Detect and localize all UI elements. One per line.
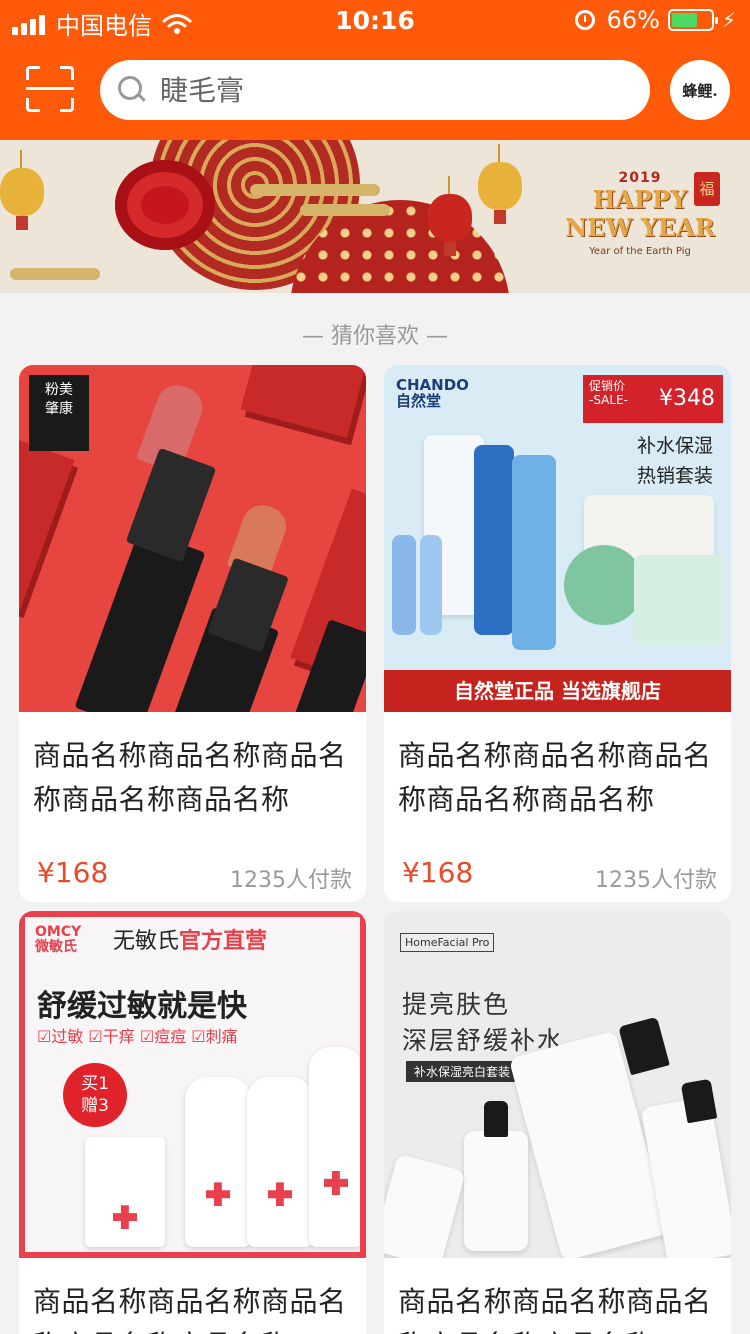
- banner-cloud: [250, 184, 380, 196]
- official-store-text: 无敏氏官方直营: [113, 923, 267, 955]
- product-logo-text: 粉美 肇康: [45, 382, 73, 417]
- official-highlight: 官方直营: [179, 929, 268, 954]
- product-logo: 粉美 肇康: [29, 375, 89, 451]
- battery-percent: 66%: [606, 6, 660, 34]
- product-image: HomeFacial Pro 提亮肤色 深层舒缓补水 补水保湿亮白套装: [384, 911, 731, 1258]
- sale-tag-label: 促销价 -SALE-: [589, 379, 628, 407]
- product-sales: 1235人付款: [230, 868, 352, 893]
- lantern-icon: [428, 176, 472, 256]
- top-header: 中国电信 10:16 66% ⚡ 蜂鲤.: [0, 0, 750, 140]
- product-name: 商品名称商品名称商品名称商品名称商品名称: [33, 739, 347, 816]
- promo-badge: 买1 赠3: [63, 1063, 127, 1127]
- sale-tag-price: ¥348: [659, 386, 715, 411]
- banner-cloud: [10, 268, 100, 280]
- product-cap: [680, 1078, 718, 1124]
- product-bottle: [474, 445, 514, 635]
- product-bottle: [185, 1077, 251, 1247]
- product-name: 商品名称商品名称商品名称商品名称商品名称: [398, 1285, 712, 1334]
- product-brand: CHANDO 自然堂: [396, 376, 469, 410]
- product-image: OMCY 微敏氏 无敏氏官方直营 舒缓过敏就是快 ☑过敏 ☑干痒 ☑痘痘 ☑刺痛…: [19, 911, 366, 1258]
- product-badge: 补水保湿亮白套装: [406, 1061, 519, 1082]
- battery-fill: [671, 13, 698, 27]
- product-brand: OMCY 微敏氏: [35, 924, 82, 955]
- battery-icon: [667, 9, 718, 31]
- scan-corner: [26, 98, 40, 112]
- product-image: 粉美 肇康: [19, 365, 366, 712]
- scan-icon: [26, 66, 40, 80]
- status-right: 66% ⚡: [574, 6, 736, 34]
- status-bar: 中国电信 10:16 66% ⚡: [0, 0, 750, 40]
- product-bottle: [384, 1153, 466, 1258]
- avatar[interactable]: 蜂鲤.: [670, 60, 730, 120]
- product-image-text: 补水保湿 热销套装: [636, 435, 713, 487]
- product-cap: [618, 1016, 670, 1076]
- product-brand: HomeFacial Pro: [400, 933, 495, 952]
- product-cap: [484, 1101, 508, 1137]
- scan-button[interactable]: [26, 66, 74, 112]
- banner-cloud: [300, 204, 390, 216]
- product-bottle: [247, 1077, 313, 1247]
- search-input[interactable]: [160, 73, 620, 107]
- product-bottle: [309, 1047, 360, 1247]
- product-card[interactable]: OMCY 微敏氏 无敏氏官方直营 舒缓过敏就是快 ☑过敏 ☑干痒 ☑痘痘 ☑刺痛…: [19, 911, 366, 1334]
- sale-tag: 促销价 -SALE- ¥348: [583, 375, 723, 423]
- product-name: 商品名称商品名称商品名称商品名称商品名称: [33, 1285, 347, 1334]
- product-meta: ¥168 1235人付款: [384, 822, 731, 902]
- product-name: 商品名称商品名称商品名称商品名称商品名称: [398, 739, 712, 816]
- product-bottle: [85, 1137, 165, 1247]
- product-card[interactable]: 粉美 肇康 商品名称商品名称商品名称商品名称商品名称 ¥168 1235人付款: [19, 365, 366, 902]
- search-bar[interactable]: [100, 60, 650, 120]
- charging-icon: ⚡: [721, 8, 736, 32]
- scan-corner: [60, 66, 74, 80]
- product-bottle: [392, 535, 416, 635]
- product-bottle: [564, 545, 644, 625]
- official-prefix: 无敏氏: [113, 929, 180, 954]
- banner-headline-2: NEW YEAR: [565, 213, 715, 242]
- product-card[interactable]: HomeFacial Pro 提亮肤色 深层舒缓补水 补水保湿亮白套装 商品名称…: [384, 911, 731, 1334]
- avatar-text: 蜂鲤.: [682, 81, 718, 100]
- product-image-footer: 自然堂正品 当选旗舰店: [384, 670, 731, 712]
- product-card[interactable]: CHANDO 自然堂 促销价 -SALE- ¥348 补水保湿 热销套装 自然堂…: [384, 365, 731, 902]
- product-price: ¥168: [37, 856, 109, 889]
- product-bottle: [420, 535, 442, 635]
- product-bottle: [634, 555, 724, 645]
- banner-subtitle: Year of the Earth Pig: [589, 246, 691, 257]
- lantern-icon: [0, 150, 44, 230]
- scan-corner: [60, 98, 74, 112]
- lantern-icon: [478, 144, 522, 224]
- product-image: CHANDO 自然堂 促销价 -SALE- ¥348 补水保湿 热销套装 自然堂…: [384, 365, 731, 712]
- promo-banner[interactable]: 2019 HAPPY NEW YEAR Year of the Earth Pi…: [0, 140, 750, 293]
- product-meta: ¥168 1235人付款: [19, 822, 366, 902]
- search-icon: [118, 76, 146, 104]
- section-title: — 猜你喜欢 —: [302, 324, 448, 349]
- product-image-text: 提亮肤色 深层舒缓补水: [402, 990, 565, 1055]
- fu-badge: 福: [694, 172, 720, 206]
- product-checks: ☑过敏 ☑干痒 ☑痘痘 ☑刺痛: [37, 1027, 238, 1046]
- product-bottle: [512, 455, 556, 650]
- banner-peony: [115, 160, 215, 250]
- alarm-icon: [574, 10, 595, 30]
- product-bottle: [464, 1131, 528, 1251]
- product-slogan: 舒缓过敏就是快: [37, 989, 247, 1024]
- product-sales: 1235人付款: [595, 868, 717, 893]
- product-price: ¥168: [402, 856, 474, 889]
- scan-line: [26, 87, 74, 90]
